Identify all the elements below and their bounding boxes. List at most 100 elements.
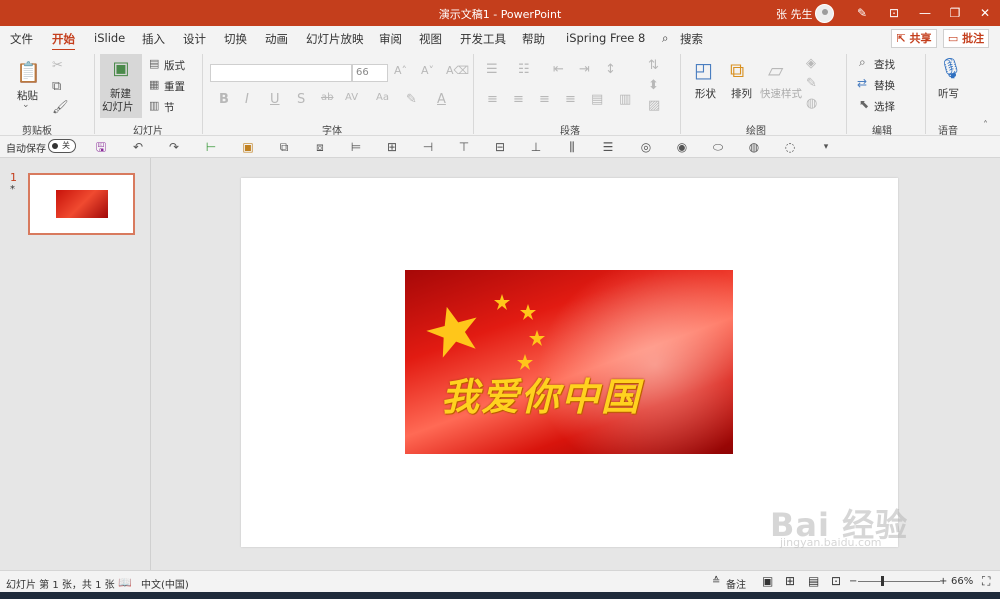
save-icon[interactable]: 🖫 — [93, 139, 109, 155]
group-icon[interactable]: ⧉ — [276, 139, 292, 155]
pen-icon[interactable]: ✎ — [851, 3, 873, 23]
section-icon[interactable]: ▥ — [149, 99, 159, 112]
tab-design[interactable]: 设计 — [183, 31, 206, 47]
paste-dropdown-icon[interactable]: ⌄ — [22, 100, 30, 110]
line-spacing-icon[interactable]: ↕ — [605, 62, 616, 77]
bold-icon[interactable]: B — [219, 92, 229, 107]
tab-help[interactable]: 帮助 — [522, 31, 545, 47]
arrange-button[interactable]: 排列 — [731, 86, 752, 101]
comments-button[interactable]: ▭ 批注 — [943, 29, 989, 48]
align-right-obj-icon[interactable]: ⊣ — [420, 139, 436, 155]
distributed-icon[interactable]: ▤ — [591, 92, 603, 107]
cut-icon[interactable]: ✂ — [52, 58, 63, 73]
increase-indent-icon[interactable]: ⇥ — [579, 62, 590, 77]
slide-thumbnail[interactable] — [28, 173, 135, 235]
notes-icon[interactable]: ≙ — [712, 576, 720, 587]
align-bottom-icon[interactable]: ⊥ — [528, 139, 544, 155]
smartart-icon[interactable]: ▨ — [648, 98, 660, 113]
redo-icon[interactable]: ↷ — [166, 139, 182, 155]
shape-outline-icon[interactable]: ✎ — [806, 76, 817, 91]
user-name[interactable]: 张 先生 — [776, 6, 813, 22]
merge-combine-icon[interactable]: ◉ — [674, 139, 690, 155]
spellcheck-icon[interactable]: 📖 — [118, 576, 132, 589]
microphone-icon[interactable]: 🎙 — [938, 56, 963, 80]
tab-transitions[interactable]: 切换 — [224, 31, 247, 47]
language-status[interactable]: 中文(中国) — [141, 576, 189, 591]
font-size-input[interactable]: 66 — [352, 64, 388, 82]
layout-button[interactable]: 版式 — [164, 58, 185, 73]
share-button[interactable]: ⇱ 共享 — [891, 29, 937, 48]
copy-icon[interactable]: ⧉ — [52, 79, 61, 94]
align-left-icon[interactable]: ≡ — [487, 92, 498, 107]
align-center-obj-icon[interactable]: ⊞ — [384, 139, 400, 155]
justify-icon[interactable]: ≡ — [565, 92, 576, 107]
italic-icon[interactable]: I — [245, 92, 249, 107]
merge-fragment-icon[interactable]: ⬭ — [710, 139, 726, 155]
tab-insert[interactable]: 插入 — [142, 31, 165, 47]
columns-icon[interactable]: ▥ — [619, 92, 631, 107]
slide-sorter-icon[interactable]: ⊞ — [785, 574, 795, 588]
quick-styles-button[interactable]: 快速样式 — [760, 86, 802, 101]
shape-effects-icon[interactable]: ◍ — [806, 96, 817, 111]
merge-subtract-icon[interactable]: ◌ — [782, 139, 798, 155]
tab-review[interactable]: 审阅 — [379, 31, 402, 47]
arrange-icon[interactable]: ⧉ — [730, 58, 744, 82]
increase-font-icon[interactable]: A˄ — [394, 64, 407, 77]
paste-icon[interactable]: 📋 — [16, 60, 41, 84]
bullets-icon[interactable]: ☰ — [486, 62, 498, 77]
tab-slideshow[interactable]: 幻灯片放映 — [306, 31, 364, 47]
tab-home[interactable]: 开始 — [52, 31, 75, 52]
tab-file[interactable]: 文件 — [10, 31, 33, 47]
minimize-button[interactable]: — — [914, 3, 936, 23]
section-button[interactable]: 节 — [164, 100, 175, 115]
align-text-icon[interactable]: ⬍ — [648, 78, 659, 93]
numbering-icon[interactable]: ☷ — [518, 62, 530, 77]
collapse-ribbon-icon[interactable]: ˄ — [983, 120, 988, 131]
reset-icon[interactable]: ▦ — [149, 78, 159, 91]
replace-button[interactable]: 替换 — [874, 78, 895, 93]
insert-picture-icon[interactable]: ▣ — [240, 139, 256, 155]
tab-search[interactable]: 搜索 — [680, 31, 703, 47]
customize-qat-icon[interactable]: ▾ — [818, 139, 834, 155]
change-case-icon[interactable]: Aa — [376, 92, 389, 103]
new-slide-button[interactable]: ▣ 新建 幻灯片 — [100, 54, 142, 118]
notes-button[interactable]: 备注 — [726, 576, 746, 591]
ruler-icon[interactable]: ⊢ — [203, 139, 219, 155]
layout-icon[interactable]: ▤ — [149, 57, 159, 70]
strikethrough-icon[interactable]: ab — [321, 92, 333, 103]
decrease-font-icon[interactable]: A˅ — [421, 64, 434, 77]
text-direction-icon[interactable]: ⇅ — [648, 58, 659, 73]
tab-developer[interactable]: 开发工具 — [460, 31, 506, 47]
select-icon[interactable]: ⬉ — [859, 97, 869, 111]
decrease-indent-icon[interactable]: ⇤ — [553, 62, 564, 77]
avatar[interactable] — [815, 4, 834, 23]
reset-button[interactable]: 重置 — [164, 79, 185, 94]
distribute-v-icon[interactable]: ☰ — [600, 139, 616, 155]
reading-view-icon[interactable]: ▤ — [808, 574, 819, 588]
ungroup-icon[interactable]: ⧈ — [312, 139, 328, 155]
highlight-icon[interactable]: ✎ — [406, 92, 417, 107]
dictate-button[interactable]: 听写 — [938, 86, 959, 101]
shapes-icon[interactable]: ◰ — [694, 58, 713, 82]
align-left-obj-icon[interactable]: ⊨ — [348, 139, 364, 155]
slideshow-icon[interactable]: ⊡ — [831, 574, 841, 588]
align-center-icon[interactable]: ≡ — [513, 92, 524, 107]
tab-islide[interactable]: iSlide — [94, 31, 125, 45]
distribute-h-icon[interactable]: ⫼ — [564, 139, 580, 155]
replace-icon[interactable]: ⇄ — [857, 76, 867, 90]
find-button[interactable]: 查找 — [874, 57, 895, 72]
find-icon[interactable]: ⌕ — [859, 55, 866, 70]
restore-button[interactable]: ❐ — [944, 3, 966, 23]
ribbon-display-icon[interactable]: ⊡ — [883, 3, 905, 23]
format-painter-icon[interactable]: 🖌 — [52, 100, 69, 115]
char-spacing-icon[interactable]: AV — [345, 92, 358, 103]
align-top-icon[interactable]: ⊤ — [456, 139, 472, 155]
fit-to-window-icon[interactable]: ⛶ — [982, 574, 990, 589]
tab-ispring[interactable]: iSpring Free 8 — [566, 31, 645, 45]
normal-view-icon[interactable]: ▣ — [762, 574, 773, 588]
zoom-in-icon[interactable]: + — [939, 576, 947, 587]
select-button[interactable]: 选择 — [874, 99, 895, 114]
merge-intersect-icon[interactable]: ◍ — [746, 139, 762, 155]
search-icon[interactable]: ⌕ — [662, 31, 668, 46]
underline-icon[interactable]: U — [270, 92, 280, 107]
